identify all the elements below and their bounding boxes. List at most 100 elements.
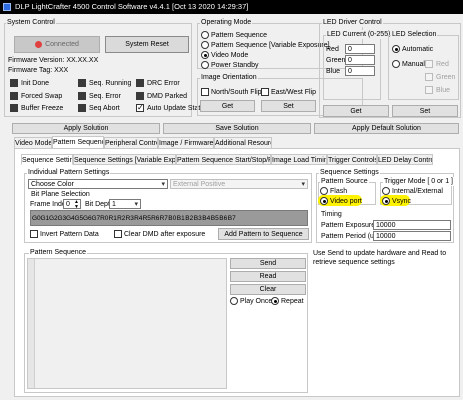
bit-plane-g1[interactable]: G1 (41, 211, 50, 226)
period-field[interactable]: 10000 (373, 231, 451, 241)
clear-dmd-checkbox[interactable] (114, 230, 122, 238)
led-driver-title: LED Driver Control (322, 18, 383, 27)
bit-plane-g6[interactable]: G6 (83, 211, 92, 226)
firmware-version: Firmware Version: XX.XX.XX (8, 57, 99, 64)
spin-arrow-icon: ▲ ▼ (74, 199, 79, 209)
tab-sequence-settings[interactable]: Sequence Settings (21, 154, 73, 165)
bit-plane-b2[interactable]: B2 (185, 211, 194, 226)
tab-trigger-controls[interactable]: Trigger Controls (327, 154, 377, 165)
led-red-label: Red (436, 61, 449, 68)
play-once-radio[interactable] (230, 297, 238, 305)
trigger-internal-external-radio[interactable] (382, 187, 390, 195)
status-dot-icon (35, 41, 43, 48)
sequence-scrollbar[interactable] (28, 259, 35, 388)
led-blue-checkbox[interactable] (425, 86, 433, 94)
bit-plane-b1[interactable]: B1 (177, 211, 186, 226)
invert-pattern-checkbox[interactable] (30, 230, 38, 238)
ns-flip-checkbox[interactable] (201, 88, 209, 96)
apply-default-solution-button[interactable]: Apply Default Solution (314, 123, 459, 134)
sequence-help-text: Use Send to update hardware and Read to … (313, 250, 447, 266)
bit-plane-g5[interactable]: G5 (75, 211, 84, 226)
bit-plane-b5[interactable]: B5 (211, 211, 220, 226)
image-orientation-title: Image Orientation (200, 73, 258, 82)
green-current-field[interactable]: 0 (345, 55, 375, 65)
send-button[interactable]: Send (230, 258, 306, 269)
drc-error-led-icon (136, 79, 144, 87)
individual-pattern-title: Individual Pattern Settings (27, 168, 111, 177)
apply-solution-button[interactable]: Apply Solution (12, 123, 160, 134)
tab-sequence-settings-variable[interactable]: Sequence Settings [Variable Exposure] (73, 154, 176, 165)
auto-update-checkbox[interactable] (136, 103, 144, 112)
tab-image-load-timing[interactable]: Image Load Timing (271, 154, 327, 165)
bit-plane-strip: G0 G1 G2 G3 G4 G5 G6 G7 R0 R1 R2 R3 R4 R5 R6 R7 B0 B1 B2 B3… (30, 210, 308, 226)
save-solution-button[interactable]: Save Solution (163, 123, 311, 134)
read-button[interactable]: Read (230, 271, 306, 282)
bit-depth-select[interactable]: 1 (109, 199, 141, 209)
mode-video-label: Video Mode (211, 52, 249, 59)
bit-plane-r6[interactable]: R6 (151, 211, 160, 226)
bit-plane-r3[interactable]: R3 (126, 211, 135, 226)
mode-power-standby-radio[interactable] (201, 61, 209, 69)
led-red-checkbox[interactable] (425, 60, 433, 68)
bit-plane-g3[interactable]: G3 (58, 211, 67, 226)
repeat-radio[interactable] (271, 297, 279, 305)
mode-pattern-variable-label: Pattern Sequence [Variable Exposure] (211, 42, 330, 49)
source-flash-radio[interactable] (320, 187, 328, 195)
red-current-field[interactable]: 0 (345, 44, 375, 54)
orientation-get-button[interactable]: Get (200, 100, 255, 112)
sequence-settings-title: Sequence Settings (319, 168, 380, 177)
connected-label: Connected (45, 41, 79, 48)
mode-pattern-sequence-radio[interactable] (201, 31, 209, 39)
bit-plane-r7[interactable]: R7 (160, 211, 169, 226)
trigger-vsync-radio[interactable] (382, 197, 390, 205)
orientation-set-button[interactable]: Set (261, 100, 316, 112)
green-current-label: Green (326, 57, 346, 64)
blue-current-field[interactable]: 0 (345, 66, 375, 76)
dmd-parked-led-icon (136, 92, 144, 100)
led-automatic-radio[interactable] (392, 45, 400, 53)
choose-color-select[interactable]: Choose Color (28, 179, 168, 189)
bit-plane-r2[interactable]: R2 (117, 211, 126, 226)
window-title: DLP LightCrafter 4500 Control Software v… (15, 2, 249, 11)
trigger-vsync-label: Vsync (392, 198, 412, 205)
bit-plane-b7[interactable]: B7 (228, 211, 237, 226)
title-bar: DLP LightCrafter 4500 Control Software v… (0, 0, 463, 14)
add-pattern-button[interactable]: Add Pattern to Sequence (218, 228, 309, 240)
tab-led-delay-control[interactable]: LED Delay Control (377, 154, 433, 165)
led-set-button[interactable]: Set (392, 105, 458, 117)
source-video-port-radio[interactable] (320, 197, 328, 205)
bit-plane-b6[interactable]: B6 (219, 211, 228, 226)
pattern-sequence-list[interactable] (27, 258, 227, 389)
mode-video-radio[interactable] (201, 51, 209, 59)
bit-plane-r1[interactable]: R1 (109, 211, 118, 226)
bit-plane-b4[interactable]: B4 (202, 211, 211, 226)
bit-plane-b3[interactable]: B3 (194, 211, 203, 226)
dmd-parked-label: DMD Parked (147, 93, 188, 100)
bit-plane-r4[interactable]: R4 (134, 211, 143, 226)
led-manual-radio[interactable] (392, 60, 400, 68)
bit-plane-b0[interactable]: B0 (168, 211, 177, 226)
frame-index-field[interactable]: 0 ▲ ▼ (63, 199, 81, 209)
mode-pattern-sequence-label: Pattern Sequence (211, 32, 268, 39)
mode-pattern-variable-radio[interactable] (201, 41, 209, 49)
bit-plane-g4[interactable]: G4 (66, 211, 75, 226)
period-label: Pattern Period (us) (321, 233, 380, 240)
led-green-checkbox[interactable] (425, 73, 433, 81)
bit-plane-g0[interactable]: G0 (32, 211, 41, 226)
ew-flip-checkbox[interactable] (261, 88, 269, 96)
bit-plane-g2[interactable]: G2 (49, 211, 58, 226)
bit-plane-r0[interactable]: R0 (100, 211, 109, 226)
tab-start-stop-pause[interactable]: Pattern Sequence Start/Stop/Pause (176, 154, 271, 165)
external-positive-select[interactable]: External Positive (170, 179, 308, 189)
seq-abort-led-icon (78, 104, 86, 112)
bit-plane-title: Bit Plane Selection (31, 191, 90, 198)
bit-plane-r5[interactable]: R5 (143, 211, 152, 226)
bit-plane-g7[interactable]: G7 (92, 211, 101, 226)
ew-flip-label: East/West Flip (271, 89, 316, 96)
system-reset-button[interactable]: System Reset (105, 36, 189, 53)
led-get-button[interactable]: Get (323, 105, 389, 117)
clear-button[interactable]: Clear (230, 284, 306, 295)
exposure-field[interactable]: 10000 (373, 220, 451, 230)
seq-running-led-icon (78, 79, 86, 87)
seq-abort-label: Seq Abort (89, 105, 120, 112)
